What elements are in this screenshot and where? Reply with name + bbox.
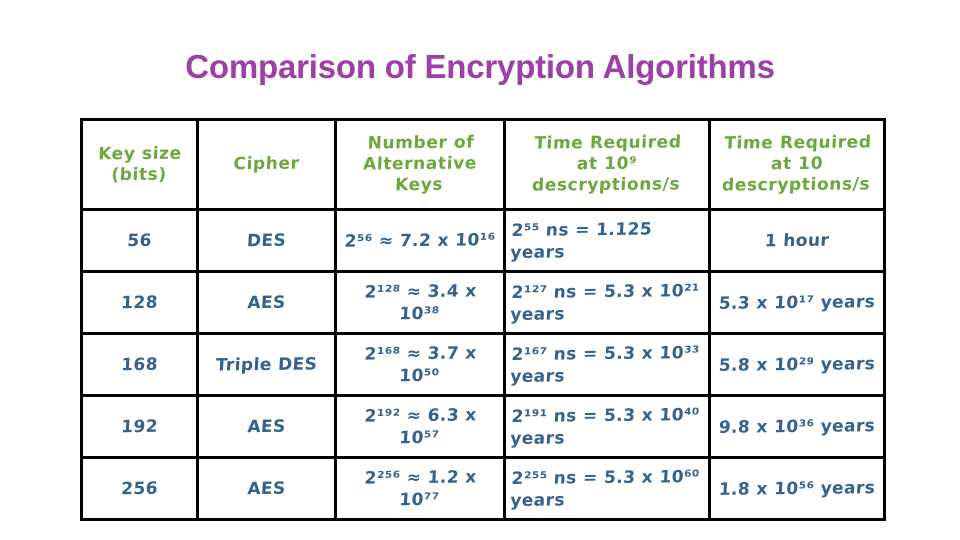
cell-text: 2⁵⁵ ns = 1.125 years [509,219,653,263]
cell-text: AES [246,416,287,437]
cell-text: 192 [120,416,159,437]
cell-cipher: AES [196,394,337,459]
cell-text: 2²⁵⁶ ≈ 1.2 x 10⁷⁷ [363,466,478,510]
cell-cipher: DES [196,208,337,273]
column-header-alternative-keys: Number of Alternative Keys [334,118,506,211]
table-row: 192 AES 2¹⁹² ≈ 6.3 x 10⁵⁷ 2¹⁹¹ ns = 5.3 … [80,394,886,459]
cell-alternative-keys: 2²⁵⁶ ≈ 1.2 x 10⁷⁷ [334,456,506,521]
cell-text: 1.8 x 10⁵⁶ years [718,477,876,500]
cell-text: 56 [126,230,153,251]
header-line: at 10 [770,153,824,175]
cell-text: DES [246,230,287,251]
comparison-table: Key size (bits) Cipher Number of Alterna… [80,118,886,521]
cell-time-10: 1 hour [708,208,886,273]
header-line: Time Required [723,132,873,154]
cell-text: 2¹⁶⁷ ns = 5.3 x 10³³ years [509,342,701,387]
cell-alternative-keys: 2¹⁶⁸ ≈ 3.7 x 10⁵⁰ [334,332,506,397]
column-header-time-required-10: Time Required at 10 descryptions/s [708,118,886,211]
header-line: Keys [394,174,444,196]
cell-text: Triple DES [215,353,318,376]
slide-canvas: Comparison of Encryption Algorithms Key … [0,0,960,540]
cell-text: 2¹²⁸ ≈ 3.4 x 10³⁸ [363,280,478,324]
cell-cipher: AES [196,456,337,521]
cell-time-10: 5.8 x 10²⁹ years [708,332,886,397]
cell-cipher: Triple DES [196,332,337,397]
cell-alternative-keys: 2⁵⁶ ≈ 7.2 x 10¹⁶ [334,208,506,273]
cell-text: 5.8 x 10²⁹ years [718,353,876,376]
table-header-row: Key size (bits) Cipher Number of Alterna… [80,118,886,211]
cell-alternative-keys: 2¹²⁸ ≈ 3.4 x 10³⁸ [334,270,506,335]
header-line: Number of [367,132,475,154]
cell-time-1e9: 2¹⁹¹ ns = 5.3 x 10⁴⁰ years [503,394,711,459]
header-line: Alternative [362,153,478,175]
cell-time-10: 5.3 x 10¹⁷ years [708,270,886,335]
cell-text: AES [246,292,287,313]
cell-cipher: AES [196,270,337,335]
column-header-key-size: Key size (bits) [80,118,199,211]
cell-text: 2⁵⁶ ≈ 7.2 x 10¹⁶ [344,229,496,252]
table-body: 56 DES 2⁵⁶ ≈ 7.2 x 10¹⁶ 2⁵⁵ ns = 1.125 y… [80,208,886,521]
cell-time-1e9: 2²⁵⁵ ns = 5.3 x 10⁶⁰ years [503,456,711,521]
cell-key-size: 168 [80,332,199,397]
cell-text: AES [246,478,287,499]
header-line: Key size [97,143,183,164]
cell-text: 2²⁵⁵ ns = 5.3 x 10⁶⁰ years [509,466,701,511]
cell-key-size: 56 [80,208,199,273]
cell-text: 2¹⁹² ≈ 6.3 x 10⁵⁷ [363,404,478,448]
header-line: descryptions/s [721,174,871,196]
cell-text: 2¹²⁷ ns = 5.3 x 10²¹ years [509,280,701,325]
cell-time-1e9: 2¹⁶⁷ ns = 5.3 x 10³³ years [503,332,711,397]
header-line: Cipher [233,153,301,175]
comparison-table-wrapper: Key size (bits) Cipher Number of Alterna… [80,118,886,521]
header-line: descryptions/s [531,174,681,196]
cell-time-10: 9.8 x 10³⁶ years [708,394,886,459]
cell-text: 168 [120,354,159,375]
column-header-time-required-1e9: Time Required at 10⁹ descryptions/s [503,118,711,211]
cell-alternative-keys: 2¹⁹² ≈ 6.3 x 10⁵⁷ [334,394,506,459]
cell-text: 2¹⁶⁸ ≈ 3.7 x 10⁵⁰ [363,342,478,386]
cell-key-size: 128 [80,270,199,335]
page-title: Comparison of Encryption Algorithms [185,48,775,85]
cell-time-1e9: 2¹²⁷ ns = 5.3 x 10²¹ years [503,270,711,335]
header-line: (bits) [110,164,168,185]
cell-time-10: 1.8 x 10⁵⁶ years [708,456,886,521]
cell-text: 256 [120,478,159,499]
cell-time-1e9: 2⁵⁵ ns = 1.125 years [503,208,711,273]
cell-text: 9.8 x 10³⁶ years [718,415,876,438]
table-row: 256 AES 2²⁵⁶ ≈ 1.2 x 10⁷⁷ 2²⁵⁵ ns = 5.3 … [80,456,886,521]
table-row: 56 DES 2⁵⁶ ≈ 7.2 x 10¹⁶ 2⁵⁵ ns = 1.125 y… [80,208,886,273]
header-line: at 10⁹ [576,153,638,175]
cell-text: 1 hour [764,230,830,251]
table-row: 128 AES 2¹²⁸ ≈ 3.4 x 10³⁸ 2¹²⁷ ns = 5.3 … [80,270,886,335]
table-row: 168 Triple DES 2¹⁶⁸ ≈ 3.7 x 10⁵⁰ 2¹⁶⁷ ns… [80,332,886,397]
cell-key-size: 256 [80,456,199,521]
cell-text: 2¹⁹¹ ns = 5.3 x 10⁴⁰ years [509,404,701,449]
header-line: Time Required [533,132,683,154]
cell-text: 128 [120,292,159,313]
cell-key-size: 192 [80,394,199,459]
cell-text: 5.3 x 10¹⁷ years [718,291,876,314]
column-header-cipher: Cipher [196,118,337,211]
